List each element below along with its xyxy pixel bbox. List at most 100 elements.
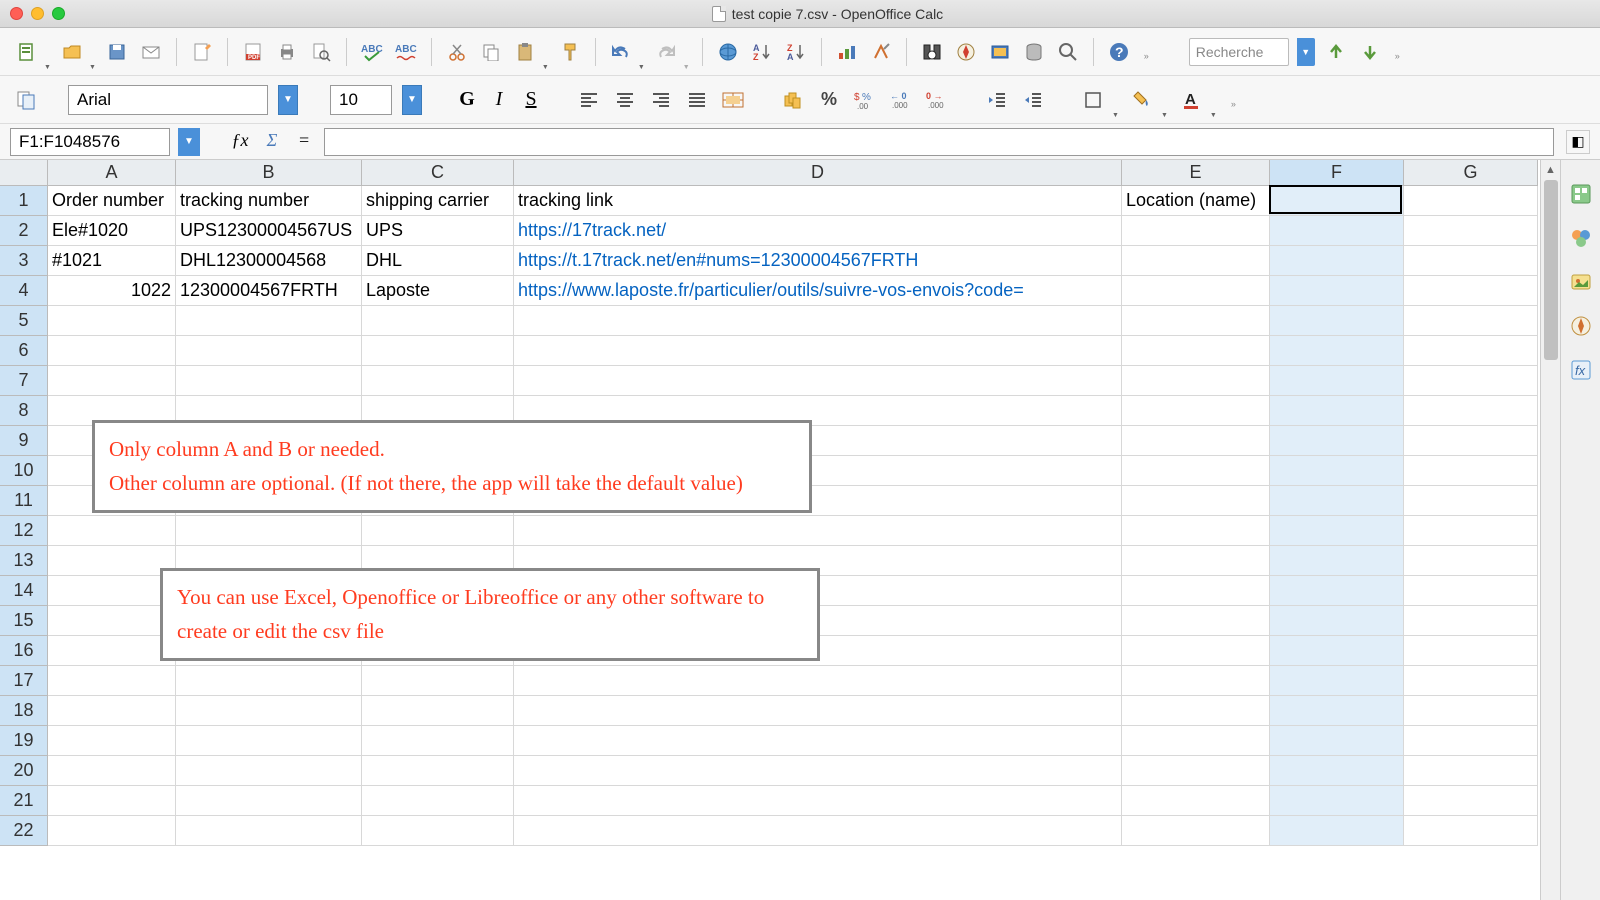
- cell-B20[interactable]: [176, 756, 362, 786]
- cell-C20[interactable]: [362, 756, 514, 786]
- formula-input[interactable]: [324, 128, 1554, 156]
- undo-button[interactable]: [608, 39, 634, 65]
- row-header-5[interactable]: 5: [0, 306, 48, 336]
- cell-G17[interactable]: [1404, 666, 1538, 696]
- equals-button[interactable]: =: [292, 130, 316, 154]
- cell-B3[interactable]: DHL12300004568: [176, 246, 362, 276]
- cell-D7[interactable]: [514, 366, 1122, 396]
- cell-E11[interactable]: [1122, 486, 1270, 516]
- cell-C19[interactable]: [362, 726, 514, 756]
- cell-D21[interactable]: [514, 786, 1122, 816]
- cell-G5[interactable]: [1404, 306, 1538, 336]
- cell-C18[interactable]: [362, 696, 514, 726]
- cell-E13[interactable]: [1122, 546, 1270, 576]
- cell-F7[interactable]: [1270, 366, 1404, 396]
- datasources-button[interactable]: [1021, 39, 1047, 65]
- sidebar-toggle-button[interactable]: ◧: [1566, 130, 1590, 154]
- cell-D12[interactable]: [514, 516, 1122, 546]
- currency-button[interactable]: [780, 87, 806, 113]
- row-header-18[interactable]: 18: [0, 696, 48, 726]
- dropdown-arrow-icon[interactable]: ▼: [1112, 112, 1119, 119]
- find-prev-button[interactable]: [1323, 39, 1349, 65]
- column-header-C[interactable]: C: [362, 160, 514, 186]
- hyperlink-button[interactable]: [715, 39, 741, 65]
- cell-A18[interactable]: [48, 696, 176, 726]
- cell-C1[interactable]: shipping carrier: [362, 186, 514, 216]
- cell-B7[interactable]: [176, 366, 362, 396]
- cell-G11[interactable]: [1404, 486, 1538, 516]
- row-header-15[interactable]: 15: [0, 606, 48, 636]
- cell-F20[interactable]: [1270, 756, 1404, 786]
- help-button[interactable]: ?: [1106, 39, 1132, 65]
- standard-format-button[interactable]: $%.00: [852, 87, 878, 113]
- cell-A15[interactable]: [48, 606, 176, 636]
- save-button[interactable]: [104, 39, 130, 65]
- search-input[interactable]: Recherche: [1189, 38, 1289, 66]
- cell-D3[interactable]: https://t.17track.net/en#nums=1230000456…: [514, 246, 1122, 276]
- zoom-button[interactable]: [1055, 39, 1081, 65]
- cell-A3[interactable]: #1021: [48, 246, 176, 276]
- cell-G16[interactable]: [1404, 636, 1538, 666]
- sum-button[interactable]: Σ: [260, 130, 284, 154]
- cell-E5[interactable]: [1122, 306, 1270, 336]
- row-header-20[interactable]: 20: [0, 756, 48, 786]
- cell-A20[interactable]: [48, 756, 176, 786]
- cell-E17[interactable]: [1122, 666, 1270, 696]
- cell-G18[interactable]: [1404, 696, 1538, 726]
- font-size-dropdown[interactable]: ▼: [402, 85, 422, 115]
- cell-D5[interactable]: [514, 306, 1122, 336]
- cell-B1[interactable]: tracking number: [176, 186, 362, 216]
- toolbar-overflow-icon[interactable]: »: [1391, 43, 1404, 61]
- row-header-4[interactable]: 4: [0, 276, 48, 306]
- cell-E4[interactable]: [1122, 276, 1270, 306]
- cell-E19[interactable]: [1122, 726, 1270, 756]
- column-header-A[interactable]: A: [48, 160, 176, 186]
- borders-button[interactable]: [1080, 87, 1106, 113]
- cell-C3[interactable]: DHL: [362, 246, 514, 276]
- decrease-indent-button[interactable]: [984, 87, 1010, 113]
- paste-button[interactable]: [512, 39, 538, 65]
- cell-G6[interactable]: [1404, 336, 1538, 366]
- row-header-16[interactable]: 16: [0, 636, 48, 666]
- cell-F16[interactable]: [1270, 636, 1404, 666]
- cell-E20[interactable]: [1122, 756, 1270, 786]
- row-header-14[interactable]: 14: [0, 576, 48, 606]
- cell-F17[interactable]: [1270, 666, 1404, 696]
- italic-button[interactable]: I: [488, 89, 510, 111]
- bg-color-button[interactable]: [1129, 87, 1155, 113]
- column-header-B[interactable]: B: [176, 160, 362, 186]
- bold-button[interactable]: G: [456, 89, 478, 111]
- cell-G4[interactable]: [1404, 276, 1538, 306]
- cell-D17[interactable]: [514, 666, 1122, 696]
- cell-D18[interactable]: [514, 696, 1122, 726]
- cell-F18[interactable]: [1270, 696, 1404, 726]
- align-justify-button[interactable]: [684, 87, 710, 113]
- add-decimal-button[interactable]: ← 0.000: [888, 87, 914, 113]
- cell-D19[interactable]: [514, 726, 1122, 756]
- dropdown-arrow-icon[interactable]: ▼: [89, 64, 96, 71]
- cell-G10[interactable]: [1404, 456, 1538, 486]
- navigator-button[interactable]: [953, 39, 979, 65]
- print-button[interactable]: [274, 39, 300, 65]
- cell-E8[interactable]: [1122, 396, 1270, 426]
- dropdown-arrow-icon[interactable]: ▼: [1210, 112, 1217, 119]
- cell-reference-input[interactable]: F1:F1048576: [10, 128, 170, 156]
- cell-ref-dropdown[interactable]: ▼: [178, 128, 200, 156]
- row-header-13[interactable]: 13: [0, 546, 48, 576]
- function-wizard-button[interactable]: ƒx: [228, 130, 252, 154]
- cell-E15[interactable]: [1122, 606, 1270, 636]
- cell-F15[interactable]: [1270, 606, 1404, 636]
- cell-F14[interactable]: [1270, 576, 1404, 606]
- cell-A21[interactable]: [48, 786, 176, 816]
- toolbar-overflow-icon[interactable]: »: [1140, 43, 1153, 61]
- remove-decimal-button[interactable]: 0 →.000: [924, 87, 950, 113]
- cell-D20[interactable]: [514, 756, 1122, 786]
- cell-A19[interactable]: [48, 726, 176, 756]
- cell-A2[interactable]: Ele#1020: [48, 216, 176, 246]
- cell-A22[interactable]: [48, 816, 176, 846]
- vertical-scrollbar[interactable]: ▲: [1540, 160, 1560, 900]
- row-header-21[interactable]: 21: [0, 786, 48, 816]
- cell-A13[interactable]: [48, 546, 176, 576]
- cell-B4[interactable]: 12300004567FRTH: [176, 276, 362, 306]
- scroll-thumb[interactable]: [1544, 180, 1558, 360]
